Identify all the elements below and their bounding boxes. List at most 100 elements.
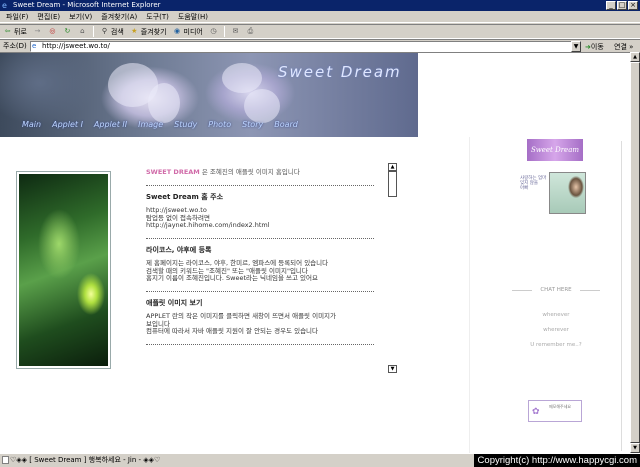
media-button[interactable]: ◉ 미디어 xyxy=(173,27,203,37)
memo-label: 메모해주세요 xyxy=(549,404,572,409)
scroll-thumb[interactable] xyxy=(388,171,397,197)
nav-board[interactable]: Board xyxy=(274,120,298,129)
right-border-line xyxy=(621,141,622,451)
stop-icon: ◎ xyxy=(49,27,56,35)
mail-button[interactable]: ✉ xyxy=(231,27,240,36)
scroll-up-button[interactable]: ▲ xyxy=(630,52,640,62)
back-button[interactable]: ⇦ 뒤로 xyxy=(3,27,27,37)
favorites-button[interactable]: ★ 즐겨찾기 xyxy=(130,27,167,37)
page-icon: e xyxy=(32,42,37,50)
nav-photo[interactable]: Photo xyxy=(208,120,231,129)
banner-title: Sweet Dream xyxy=(278,63,402,81)
menu-view[interactable]: 보기(V) xyxy=(69,12,92,22)
address-dropdown-button[interactable]: ▼ xyxy=(571,41,581,52)
nav-story[interactable]: Story xyxy=(242,120,263,129)
intro-scrollbar[interactable]: ▲ ▼ xyxy=(388,163,397,373)
section-title: Sweet Dream 홈 주소 xyxy=(146,192,224,201)
toolbar: ⇦ 뒤로 → ◎ ↻ ⌂ ⚲ 검색 ★ 즐겨찾기 ◉ 미디어 ◷ ✉ ⎙ xyxy=(0,24,640,39)
close-button[interactable]: × xyxy=(628,1,638,10)
stop-button[interactable]: ◎ xyxy=(48,27,57,36)
toolbar-separator xyxy=(223,26,225,37)
print-button[interactable]: ⎙ xyxy=(246,27,255,36)
section-line: 홈지기 이름이 조혜진입니다. Sweet라는 닉네임을 쓰고 있어요 xyxy=(146,274,318,282)
flower-icon: ✿ xyxy=(532,407,540,417)
caption-line: 아빠 xyxy=(520,186,529,191)
nav-applet-1[interactable]: Applet I xyxy=(52,120,83,129)
history-button[interactable]: ◷ xyxy=(209,27,218,36)
scroll-thumb[interactable] xyxy=(630,62,640,443)
status-text: ♡◈◈ [ Sweet Dream ] 행복하세요 - Jin - ◈◈♡ xyxy=(10,456,161,464)
whisper-line: wherever xyxy=(543,327,569,333)
page-viewport: Sweet Dream Main Applet I Applet II Imag… xyxy=(0,52,630,453)
forward-button[interactable]: → xyxy=(33,27,42,36)
flower-petal xyxy=(244,89,280,123)
go-button[interactable]: ➜이동 xyxy=(585,42,604,52)
photo-caption: 사랑하는 엄마 잊지 않을 아빠 xyxy=(520,176,550,191)
intro-brand: SWEET DREAM xyxy=(146,168,200,176)
home-icon: ⌂ xyxy=(80,27,85,35)
chat-label: CHAT HERE xyxy=(540,287,572,293)
menu-tools[interactable]: 도구(T) xyxy=(146,12,169,22)
profile-photo xyxy=(549,172,586,214)
nav-applet-2[interactable]: Applet II xyxy=(94,120,127,129)
section-line: http://jaynet.hihome.com/index2.html xyxy=(146,221,270,229)
minimize-button[interactable]: _ xyxy=(606,1,616,10)
page-status-icon xyxy=(2,456,9,464)
favorites-label: 즐겨찾기 xyxy=(140,27,167,36)
intro-sentence: 은 조혜진의 애플릿 이미지 홈입니다 xyxy=(199,168,300,176)
dotted-divider xyxy=(146,237,374,239)
address-input[interactable]: e http://jsweet.wo.to/ ▼ xyxy=(30,41,581,52)
memo-widget[interactable]: ✿ 메모해주세요 xyxy=(528,400,582,422)
site-banner: Sweet Dream Main Applet I Applet II Imag… xyxy=(0,53,418,137)
menu-help[interactable]: 도움말(H) xyxy=(178,12,208,22)
history-icon: ◷ xyxy=(210,27,217,35)
browser-window: e Sweet Dream - Microsoft Internet Explo… xyxy=(0,0,640,467)
menu-favorites[interactable]: 즐겨찾기(A) xyxy=(101,12,137,22)
chat-here-link[interactable]: CHAT HERE xyxy=(512,287,600,293)
menu-edit[interactable]: 편집(E) xyxy=(37,12,60,22)
star-icon: ★ xyxy=(131,27,138,35)
title-bar: e Sweet Dream - Microsoft Internet Explo… xyxy=(0,0,640,11)
flower-petal xyxy=(148,83,180,123)
scroll-down-button[interactable]: ▼ xyxy=(388,365,397,373)
intro-text: SWEET DREAM 은 조혜진의 애플릿 이미지 홈입니다 xyxy=(146,168,374,177)
search-icon: ⚲ xyxy=(101,27,107,35)
divider-line xyxy=(580,290,600,291)
print-icon: ⎙ xyxy=(247,27,254,35)
nav-study[interactable]: Study xyxy=(174,120,197,129)
sweet-dream-logo[interactable]: Sweet Dream xyxy=(527,139,583,161)
flower-petal xyxy=(222,63,262,93)
dotted-divider xyxy=(146,343,374,345)
refresh-button[interactable]: ↻ xyxy=(63,27,72,36)
back-label: 뒤로 xyxy=(14,27,27,36)
refresh-icon: ↻ xyxy=(64,27,71,35)
media-label: 미디어 xyxy=(183,27,203,36)
section-line: APPLET 란의 작은 이미지를 클릭하면 새창이 뜨면서 애플릿 이미지가 xyxy=(146,312,337,320)
menu-file[interactable]: 파일(F) xyxy=(6,12,28,22)
section-line: 컴퓨터에 따라서 자바 애플릿 지원이 잘 안되는 경우도 있습니다 xyxy=(146,327,319,335)
mail-icon: ✉ xyxy=(232,27,239,35)
search-label: 검색 xyxy=(110,27,124,36)
scroll-down-button[interactable]: ▼ xyxy=(630,443,640,453)
dotted-divider xyxy=(146,184,374,186)
copyright-label: Copyright(c) http://www.happycgi.com xyxy=(473,454,640,467)
left-photo-frame xyxy=(16,171,111,369)
media-icon: ◉ xyxy=(173,27,181,35)
home-button[interactable]: ⌂ xyxy=(78,27,87,36)
links-button[interactable]: 연결 » xyxy=(614,42,633,52)
section-title: 애플릿 이미지 보기 xyxy=(146,298,203,307)
search-button[interactable]: ⚲ 검색 xyxy=(100,27,124,37)
window-scrollbar[interactable]: ▲ ▼ xyxy=(630,52,640,453)
menu-bar: 파일(F) 편집(E) 보기(V) 즐겨찾기(A) 도구(T) 도움말(H) xyxy=(0,11,640,23)
ie-logo-icon: e xyxy=(2,1,7,10)
go-label: 이동 xyxy=(590,43,604,51)
whisper-line: whenever xyxy=(542,312,570,318)
maximize-button[interactable]: □ xyxy=(617,1,627,10)
scroll-up-button[interactable]: ▲ xyxy=(388,163,397,171)
nav-image[interactable]: Image xyxy=(138,120,163,129)
status-bar: ♡◈◈ [ Sweet Dream ] 행복하세요 - Jin - ◈◈♡ Co… xyxy=(0,453,640,467)
back-arrow-icon: ⇦ xyxy=(4,27,11,35)
nav-main[interactable]: Main xyxy=(22,120,41,129)
intro-panel: SWEET DREAM 은 조혜진의 애플릿 이미지 홈입니다 Sweet Dr… xyxy=(146,163,374,373)
section-title: 라이코스, 야후에 등록 xyxy=(146,245,212,254)
